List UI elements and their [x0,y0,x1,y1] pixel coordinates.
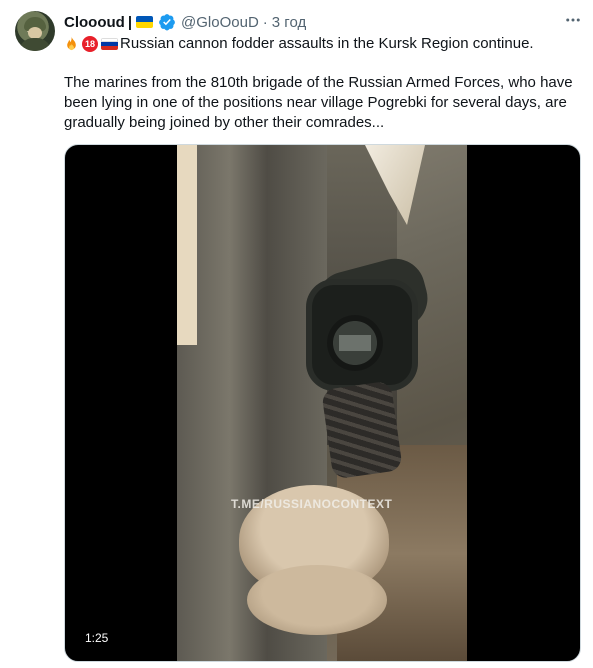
tree-fungus-lower [247,565,387,635]
tweet-timestamp[interactable]: 3 год [272,14,306,31]
more-options-icon[interactable] [563,10,583,30]
author-name[interactable]: Cloooud [64,14,125,31]
video-duration-badge: 1:25 [81,630,113,646]
separator-dot: · [262,13,268,31]
tweet-text-line1: Russian cannon fodder assaults in the Ku… [120,35,534,52]
author-avatar[interactable] [15,11,55,51]
tweet-card[interactable]: Cloooud | @GloOouD · 3 год 18 Russian ca… [0,0,593,668]
name-separator: | [127,13,133,31]
verified-badge-icon [159,14,175,31]
tweet-text-paragraph: The marines from the 810th brigade of th… [64,74,573,131]
tweet-text: 18 Russian cannon fodder assaults in the… [64,34,584,133]
under-18-emoji-icon: 18 [82,36,98,52]
russia-flag-emoji-icon [101,38,118,50]
video-frame: T.ME/RUSSIANOCONTEXT [177,145,467,661]
fire-emoji-icon [67,36,76,51]
video-watermark: T.ME/RUSSIANOCONTEXT [231,497,393,511]
watch-display [339,335,371,351]
avatar-body [19,38,51,51]
ukraine-flag-emoji-icon [136,16,154,28]
video-player[interactable]: T.ME/RUSSIANOCONTEXT 1:25 [64,144,581,662]
tweet-text-first-line: 18 Russian cannon fodder assaults in the… [64,34,584,54]
broken-wood [177,145,197,345]
paracord-strap [321,380,403,480]
author-handle[interactable]: @GloOouD [181,14,259,31]
tweet-header: Cloooud | @GloOouD · 3 год [64,12,306,32]
